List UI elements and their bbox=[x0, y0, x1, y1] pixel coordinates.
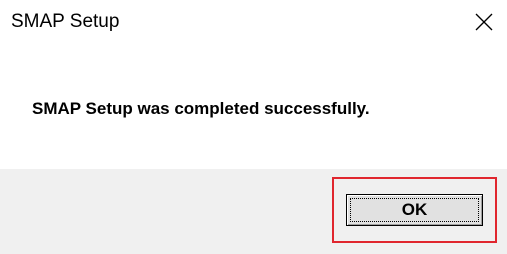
completion-message: SMAP Setup was completed successfully. bbox=[32, 99, 370, 118]
ok-button[interactable]: OK bbox=[346, 194, 483, 226]
close-icon bbox=[475, 13, 493, 31]
button-bar: OK bbox=[0, 169, 507, 254]
ok-button-highlight: OK bbox=[332, 177, 497, 243]
title-bar: SMAP Setup bbox=[0, 0, 507, 44]
dialog-title: SMAP Setup bbox=[11, 11, 120, 32]
close-button[interactable] bbox=[469, 7, 499, 37]
ok-button-label: OK bbox=[401, 200, 428, 219]
setup-dialog: SMAP Setup SMAP Setup was completed succ… bbox=[0, 0, 507, 254]
